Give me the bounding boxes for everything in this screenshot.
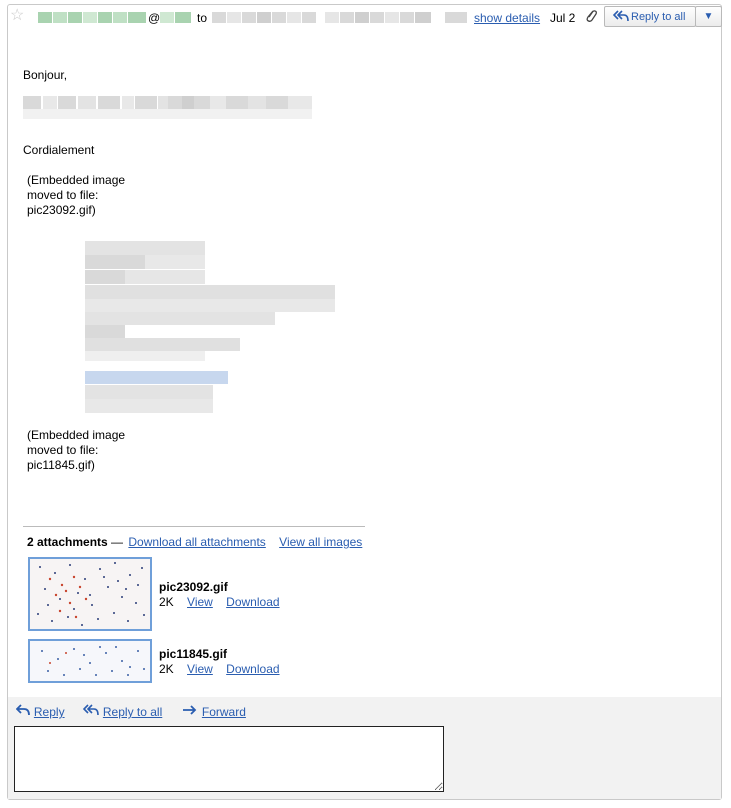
attachments-header: 2 attachments — Download all attachments… [27, 535, 362, 549]
view-all-images-link[interactable]: View all images [279, 535, 362, 549]
attachment-meta: 2K View Download [159, 595, 280, 609]
attachment-download-link[interactable]: Download [226, 662, 279, 676]
attachment-thumbnail[interactable] [28, 639, 152, 683]
attachment-view-link[interactable]: View [187, 595, 213, 609]
reply-to-all-label: Reply to all [631, 11, 686, 23]
attachment-download-link[interactable]: Download [226, 595, 279, 609]
reply-to-all-button[interactable]: Reply to all [604, 6, 696, 27]
attachments-separator: — [111, 535, 124, 549]
to-label: to [197, 11, 208, 25]
download-all-link[interactable]: Download all attachments [128, 535, 265, 549]
thumbnail-image-2 [30, 641, 150, 681]
greeting: Bonjour, [23, 68, 68, 82]
paperclip-icon [584, 8, 598, 27]
message-date: Jul 2 [550, 11, 576, 25]
star-icon[interactable]: ☆ [10, 8, 26, 24]
attachment-filename: pic23092.gif [159, 580, 228, 594]
quick-reply-textarea[interactable] [14, 726, 444, 792]
embedded-image-note-2: (Embedded image moved to file: pic11845.… [27, 428, 126, 472]
closing: Cordialement [23, 143, 95, 157]
attachment-size: 2K [159, 662, 174, 676]
attachments-divider [23, 526, 365, 527]
reply-icon [15, 703, 34, 719]
attachments-count: 2 attachments [27, 535, 108, 549]
attachment-size: 2K [159, 595, 174, 609]
attachment-view-link[interactable]: View [187, 662, 213, 676]
thumbnail-image-1 [30, 559, 150, 629]
attachment-meta: 2K View Download [159, 662, 280, 676]
at-sign: @ [148, 11, 161, 25]
attachment-filename: pic11845.gif [159, 647, 228, 661]
reply-action[interactable]: Reply [15, 703, 65, 719]
reply-to-all-link[interactable]: Reply to all [103, 705, 162, 719]
chevron-down-icon: ▼ [703, 11, 714, 22]
reply-all-icon [612, 9, 629, 26]
reply-all-icon [82, 703, 103, 719]
forward-action[interactable]: Forward [182, 703, 246, 719]
embedded-image-note-1: (Embedded image moved to file: pic23092.… [27, 173, 126, 217]
reply-link[interactable]: Reply [34, 705, 65, 719]
more-actions-dropdown[interactable]: ▼ [695, 6, 722, 27]
attachment-thumbnail[interactable] [28, 557, 152, 631]
show-details-link[interactable]: show details [474, 11, 540, 25]
forward-link[interactable]: Forward [202, 705, 246, 719]
forward-icon [182, 703, 202, 719]
reply-all-action[interactable]: Reply to all [82, 703, 162, 719]
